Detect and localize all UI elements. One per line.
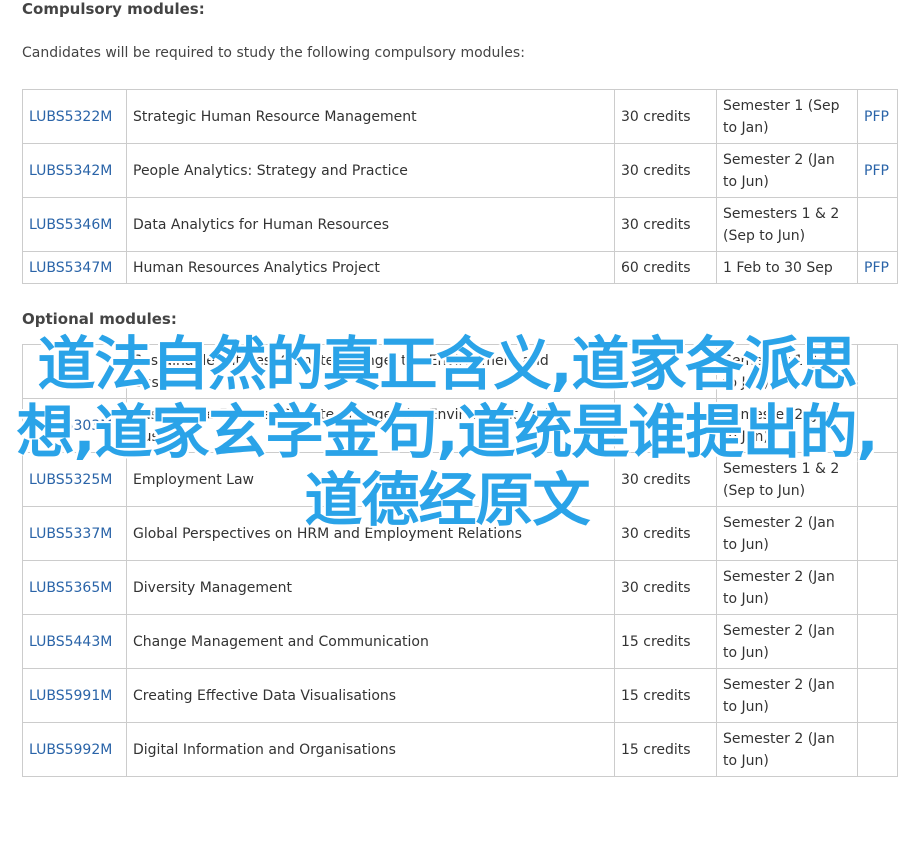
optional-modules-heading: Optional modules: [22, 310, 177, 328]
module-pfp-cell [857, 722, 898, 777]
module-title: Creating Effective Data Visualisations [126, 668, 615, 723]
module-code-link[interactable]: LUBS5346M [29, 217, 112, 233]
module-pfp-cell: PFP [857, 89, 898, 144]
module-title: Global Perspectives on HRM and Employmen… [126, 506, 615, 561]
module-semester: Semester 1 (Jan to Jun) [716, 344, 858, 399]
module-semester: Semesters 1 & 2 (Sep to Jun) [716, 197, 858, 252]
module-credits: 30 credits [614, 560, 717, 615]
module-row: LUBS5342M People Analytics: Strategy and … [22, 143, 898, 198]
module-pfp-cell [857, 452, 898, 507]
module-credits: 30 credits [614, 452, 717, 507]
module-row: LUBS5365M Diversity Management 30 credits S… [22, 560, 898, 615]
module-title: Data Analytics for Human Resources [126, 197, 615, 252]
module-pfp-cell [857, 344, 898, 399]
module-code-link[interactable]: LUBS5347M [29, 260, 112, 276]
module-row: LUBS5322M Strategic Human Resource Manage… [22, 89, 898, 144]
module-code-link[interactable]: LUBS5303M [29, 418, 112, 434]
module-row: LUBS5347M Human Resources Analytics Proje… [22, 251, 898, 284]
module-code-link[interactable]: LUBS5342M [29, 163, 112, 179]
compulsory-modules-heading: Compulsory modules: [22, 0, 205, 18]
module-code-link[interactable]: LUBS5992M [29, 742, 112, 758]
module-title: Digital Information and Organisations [126, 722, 615, 777]
module-code-cell: LUBS5322M [22, 89, 127, 144]
module-semester: Semester 2 (Jan to Jun) [716, 722, 858, 777]
module-semester: Semesters 1 & 2 (Sep to Jun) [716, 452, 858, 507]
module-credits: 30 credits [614, 197, 717, 252]
pfp-link[interactable]: PFP [864, 260, 889, 276]
module-pfp-cell [857, 668, 898, 723]
module-row: Sustainable Futures: Climate Change, the… [22, 344, 898, 399]
module-credits: 30 credits [614, 506, 717, 561]
module-semester: 1 Feb to 30 Sep [716, 251, 858, 284]
optional-modules-table: Sustainable Futures: Climate Change, the… [22, 344, 898, 777]
module-credits: 15 credits [614, 614, 717, 669]
module-code-cell: LUBS5303M [22, 398, 127, 453]
module-row: LUBS5992M Digital Information and Organis… [22, 722, 898, 777]
module-title: Employment Law [126, 452, 615, 507]
module-title: Sustainable Futures: Climate Change, the… [126, 344, 615, 399]
module-credits: 60 credits [614, 251, 717, 284]
module-code-cell [22, 344, 127, 399]
module-semester: Semester 2 (Jan to Jun) [716, 560, 858, 615]
module-pfp-cell [857, 398, 898, 453]
module-code-cell: LUBS5342M [22, 143, 127, 198]
module-pfp-cell: PFP [857, 251, 898, 284]
module-code-cell: LUBS5365M [22, 560, 127, 615]
module-pfp-cell [857, 560, 898, 615]
module-code-cell: LUBS5346M [22, 197, 127, 252]
module-code-link[interactable]: LUBS5325M [29, 472, 112, 488]
module-pfp-cell: PFP [857, 143, 898, 198]
module-row: LUBS5325M Employment Law 30 credits Semeste… [22, 452, 898, 507]
module-credits: 15 credits [614, 722, 717, 777]
module-code-link[interactable]: LUBS5365M [29, 580, 112, 596]
module-pfp-cell [857, 506, 898, 561]
module-semester: Semester 2 (Jan to Jun) [716, 506, 858, 561]
module-semester: Semester 2 (Jan to Jun) [716, 668, 858, 723]
module-code-cell: LUBS5443M [22, 614, 127, 669]
module-title: Diversity Management [126, 560, 615, 615]
module-code-link[interactable]: LUBS5991M [29, 688, 112, 704]
module-credits [614, 398, 717, 453]
module-pfp-cell [857, 614, 898, 669]
module-row: LUBS5443M Change Management and Communica… [22, 614, 898, 669]
pfp-link[interactable]: PFP [864, 109, 889, 125]
module-code-cell: LUBS5991M [22, 668, 127, 723]
module-code-link[interactable]: LUBS5322M [29, 109, 112, 125]
module-title: Sustainable Futures: Climate Change, the… [126, 398, 615, 453]
module-code-cell: LUBS5347M [22, 251, 127, 284]
module-title: People Analytics: Strategy and Practice [126, 143, 615, 198]
compulsory-intro-text: Candidates will be required to study the… [22, 45, 525, 61]
module-code-link[interactable]: LUBS5443M [29, 634, 112, 650]
module-pfp-cell [857, 197, 898, 252]
module-row: LUBS5303M Sustainable Futures: Climate Ch… [22, 398, 898, 453]
compulsory-modules-table: LUBS5322M Strategic Human Resource Manage… [22, 89, 898, 284]
module-semester: Semester 2 (Jan to Jun) [716, 614, 858, 669]
module-code-link[interactable]: LUBS5337M [29, 526, 112, 542]
module-credits [614, 344, 717, 399]
module-row: LUBS5337M Global Perspectives on HRM and … [22, 506, 898, 561]
module-code-cell: LUBS5992M [22, 722, 127, 777]
module-code-cell: LUBS5337M [22, 506, 127, 561]
module-credits: 30 credits [614, 143, 717, 198]
module-credits: 15 credits [614, 668, 717, 723]
module-title: Change Management and Communication [126, 614, 615, 669]
module-semester: Semester 2 (Jan to Jun) [716, 398, 858, 453]
module-title: Human Resources Analytics Project [126, 251, 615, 284]
module-row: LUBS5346M Data Analytics for Human Resour… [22, 197, 898, 252]
module-row: LUBS5991M Creating Effective Data Visuali… [22, 668, 898, 723]
module-semester: Semester 1 (Sep to Jan) [716, 89, 858, 144]
module-semester: Semester 2 (Jan to Jun) [716, 143, 858, 198]
module-credits: 30 credits [614, 89, 717, 144]
pfp-link[interactable]: PFP [864, 163, 889, 179]
module-title: Strategic Human Resource Management [126, 89, 615, 144]
module-code-cell: LUBS5325M [22, 452, 127, 507]
